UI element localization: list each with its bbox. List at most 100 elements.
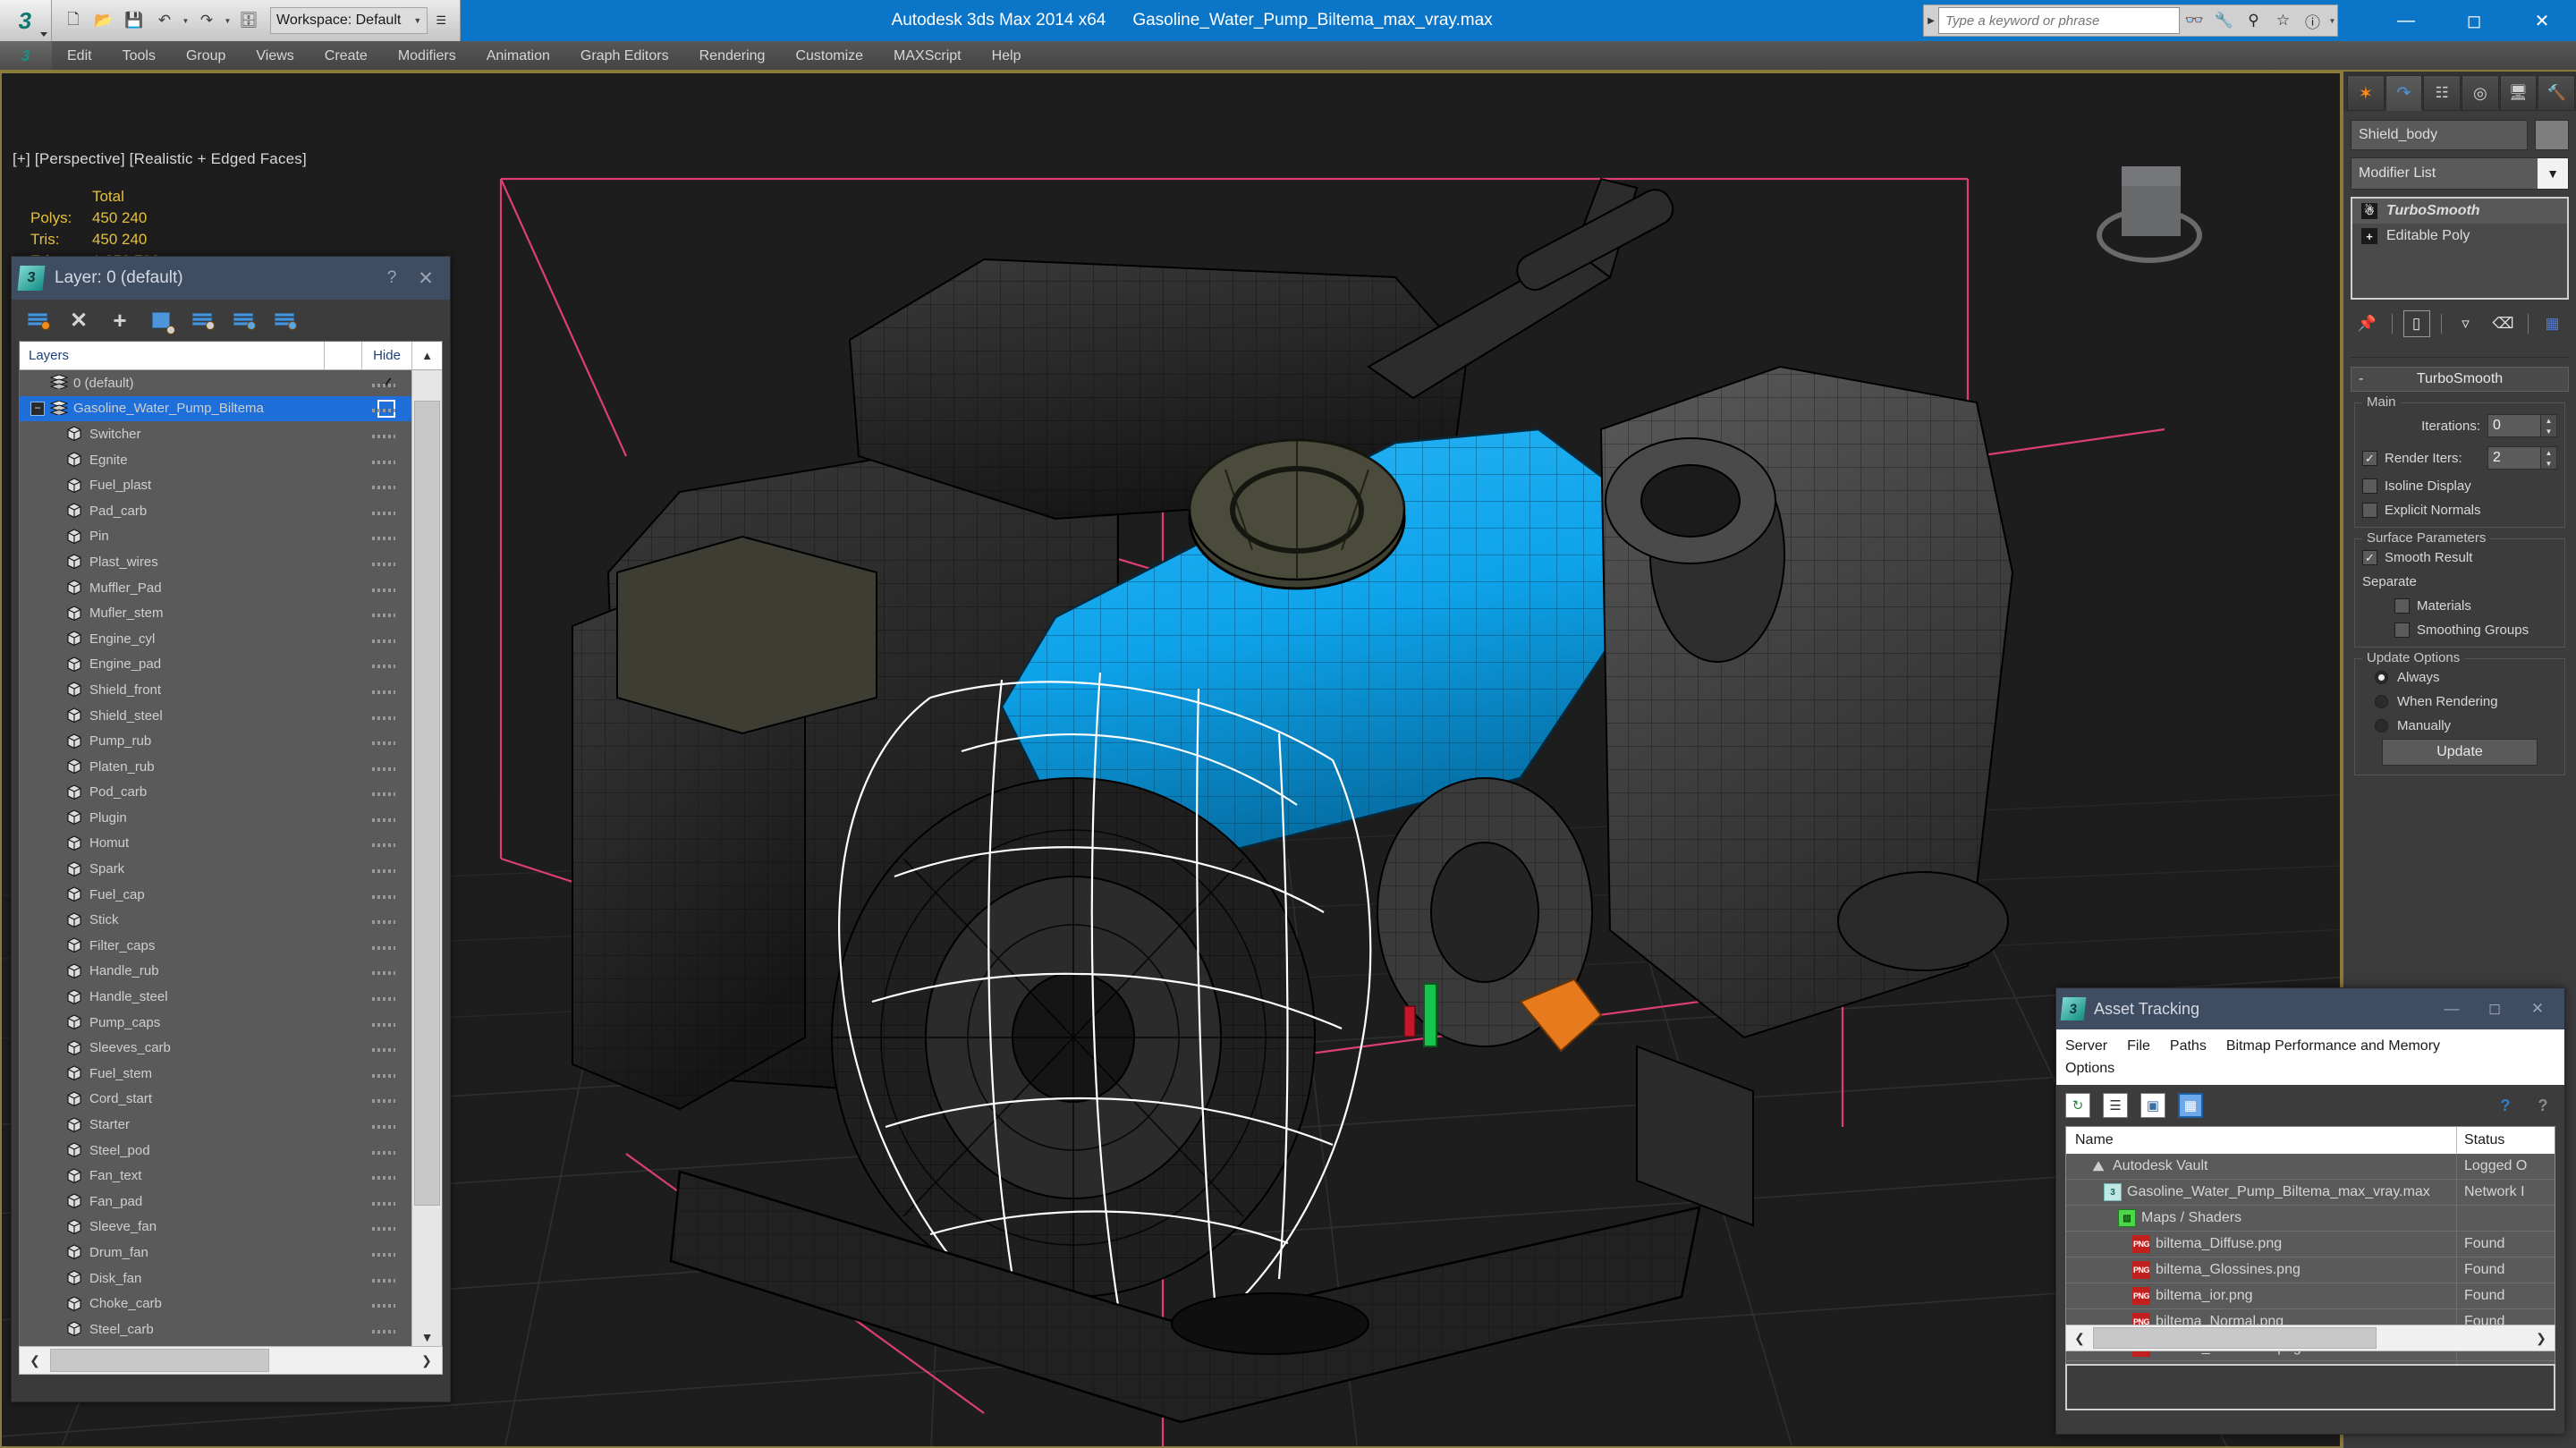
create-new-layer-icon[interactable]	[26, 309, 50, 332]
layer-object-row[interactable]: Steel_pod	[20, 1138, 411, 1164]
iterations-spinner[interactable]: 0 ▲ ▼	[2487, 414, 2557, 437]
project-folder-icon[interactable]: 🗄	[234, 6, 263, 35]
layer-hscroll-left-icon[interactable]: ❮	[20, 1353, 50, 1368]
layer-object-row[interactable]: Shield_front	[20, 677, 411, 703]
layer-hide-cell[interactable]	[361, 504, 406, 519]
menu-item-rendering[interactable]: Rendering	[684, 41, 781, 72]
menu-item-animation[interactable]: Animation	[471, 41, 565, 72]
layer-object-row[interactable]: Fuel_plast	[20, 472, 411, 498]
asset-menu-bitmap-performance[interactable]: Bitmap Performance and Memory	[2226, 1035, 2440, 1057]
explicit-normals-checkbox[interactable]	[2362, 503, 2377, 518]
layer-hscroll-right-icon[interactable]: ❯	[411, 1353, 442, 1368]
menu-item-graph-editors[interactable]: Graph Editors	[565, 41, 684, 72]
delete-layer-icon[interactable]: ✕	[67, 309, 90, 333]
layer-object-row[interactable]: Choke_carb	[20, 1291, 411, 1317]
layer-object-row[interactable]: Pump_caps	[20, 1010, 411, 1036]
layer-hide-cell[interactable]	[361, 1245, 406, 1260]
asset-maximize-button[interactable]: ◻	[2473, 1000, 2516, 1018]
highlight-selected-objects-layer-icon[interactable]	[232, 309, 256, 332]
layer-hide-cell[interactable]	[361, 1271, 406, 1286]
layer-object-row[interactable]: Pump_rub	[20, 728, 411, 754]
minimize-button[interactable]: —	[2372, 0, 2440, 41]
utilities-tab[interactable]: 🔨	[2538, 75, 2576, 111]
layer-hide-cell[interactable]	[361, 1322, 406, 1337]
layer-close-button[interactable]: ✕	[409, 267, 443, 290]
undo-dropdown-caret-icon[interactable]: ▼	[181, 7, 191, 34]
layer-object-row[interactable]: Handle_steel	[20, 984, 411, 1010]
smoothing-groups-checkbox[interactable]	[2394, 622, 2410, 638]
asset-tracking-window[interactable]: 3 Asset Tracking — ◻ ✕ Server File Paths…	[2055, 987, 2565, 1435]
layer-object-row[interactable]: Fuel_cap	[20, 882, 411, 908]
object-name-field[interactable]: Shield_body	[2351, 120, 2528, 150]
asset-menu-file[interactable]: File	[2127, 1035, 2150, 1057]
layer-object-row[interactable]: Drum_fan	[20, 1240, 411, 1266]
smooth-result-checkbox[interactable]: ✓	[2362, 550, 2377, 565]
search-expand-icon[interactable]: ▶	[1924, 16, 1938, 26]
layer-object-row[interactable]: Pod_carb	[20, 780, 411, 806]
menu-item-tools[interactable]: Tools	[107, 41, 171, 72]
layer-hide-cell[interactable]	[361, 376, 406, 391]
layer-hide-cell[interactable]	[361, 989, 406, 1004]
modifier-stack-item-editable-poly[interactable]: + Editable Poly	[2352, 224, 2567, 249]
layer-object-row[interactable]: Handle_rub	[20, 959, 411, 985]
detail-view-icon[interactable]: ▣	[2140, 1093, 2165, 1118]
binoculars-icon[interactable]: 👓	[2180, 5, 2209, 36]
layer-hide-cell[interactable]	[361, 580, 406, 596]
iterations-spinner-buttons[interactable]: ▲ ▼	[2541, 414, 2557, 437]
select-objects-in-layer-icon[interactable]	[149, 309, 175, 334]
menu-item-help[interactable]: Help	[977, 41, 1037, 72]
help-icon[interactable]: ?	[2530, 1093, 2555, 1118]
rollout-collapse-icon[interactable]: -	[2359, 371, 2363, 387]
undo-icon[interactable]: ↶	[150, 6, 179, 35]
render-iters-checkbox[interactable]: ✓	[2362, 450, 2377, 466]
update-option-manually[interactable]: Manually	[2362, 718, 2557, 733]
asset-row[interactable]: ⛰ Autodesk Vault Logged O	[2066, 1153, 2555, 1180]
save-icon[interactable]: 💾	[120, 6, 148, 35]
add-selection-to-layer-icon[interactable]: +	[108, 307, 131, 334]
layer-rows-container[interactable]: 0 (default) ✓ − Gasoline_Water_Pump_Biltema…	[20, 370, 411, 1351]
update-button[interactable]: Update	[2382, 739, 2538, 766]
layer-hide-cell[interactable]	[361, 810, 406, 826]
layer-help-button[interactable]: ?	[375, 268, 409, 288]
asset-row[interactable]: ▧ Maps / Shaders	[2066, 1205, 2555, 1232]
asset-hscroll-left-icon[interactable]: ❮	[2066, 1331, 2093, 1346]
layer-hide-cell[interactable]	[361, 938, 406, 953]
asset-hscroll-thumb[interactable]	[2093, 1327, 2377, 1349]
asset-row[interactable]: PNG biltema_ior.png Found	[2066, 1283, 2555, 1309]
layer-row[interactable]: − Gasoline_Water_Pump_Biltema	[20, 395, 411, 422]
wrench-icon[interactable]: 🔧	[2209, 5, 2239, 36]
layer-hide-cell[interactable]	[361, 605, 406, 621]
list-view-icon[interactable]: ☰	[2103, 1093, 2128, 1118]
menu-item-views[interactable]: Views	[241, 41, 309, 72]
app-logo-button[interactable]: 3	[0, 0, 52, 41]
isoline-display-row[interactable]: Isoline Display	[2362, 478, 2557, 494]
make-unique-icon[interactable]: ▿	[2453, 310, 2479, 337]
layer-object-row[interactable]: Platen_rub	[20, 754, 411, 780]
layer-object-row[interactable]: Engine_cyl	[20, 626, 411, 652]
layer-hscroll-thumb[interactable]	[50, 1349, 270, 1372]
layer-hide-cell[interactable]	[361, 1091, 406, 1106]
when-rendering-radio[interactable]	[2375, 695, 2388, 708]
layer-hide-cell[interactable]	[361, 529, 406, 544]
layer-object-row[interactable]: Stick	[20, 907, 411, 933]
layer-hide-cell[interactable]	[361, 708, 406, 724]
iterations-value[interactable]: 0	[2487, 414, 2541, 437]
explicit-normals-row[interactable]: Explicit Normals	[2362, 503, 2557, 518]
menu-item-modifiers[interactable]: Modifiers	[383, 41, 471, 72]
menu-item-customize[interactable]: Customize	[780, 41, 878, 72]
view-cube[interactable]	[2091, 161, 2207, 277]
layer-horizontal-scrollbar[interactable]: ❮ ❯	[19, 1346, 443, 1375]
create-tab[interactable]: ✶	[2347, 75, 2385, 111]
asset-tracking-grid[interactable]: Name Status ⛰ Autodesk Vault Logged O 3 Gaso…	[2065, 1126, 2555, 1394]
layer-list[interactable]: Layers Hide ▲ 0 (default) ✓ − Gasoline_Wate…	[19, 341, 443, 1351]
layer-object-row[interactable]: Switcher	[20, 421, 411, 447]
search-input[interactable]	[1938, 7, 2180, 34]
layer-object-row[interactable]: Cord_start	[20, 1087, 411, 1113]
asset-menu-paths[interactable]: Paths	[2170, 1035, 2207, 1057]
asset-horizontal-scrollbar[interactable]: ❮ ❯	[2065, 1325, 2555, 1351]
layer-object-row[interactable]: Fuel_stem	[20, 1061, 411, 1087]
workspace-expand-icon[interactable]: ☰	[429, 7, 453, 34]
configure-sets-icon[interactable]: ▦	[2539, 310, 2566, 337]
modify-tab[interactable]: ↷	[2385, 75, 2423, 111]
layer-object-row[interactable]: Shield_steel	[20, 703, 411, 729]
